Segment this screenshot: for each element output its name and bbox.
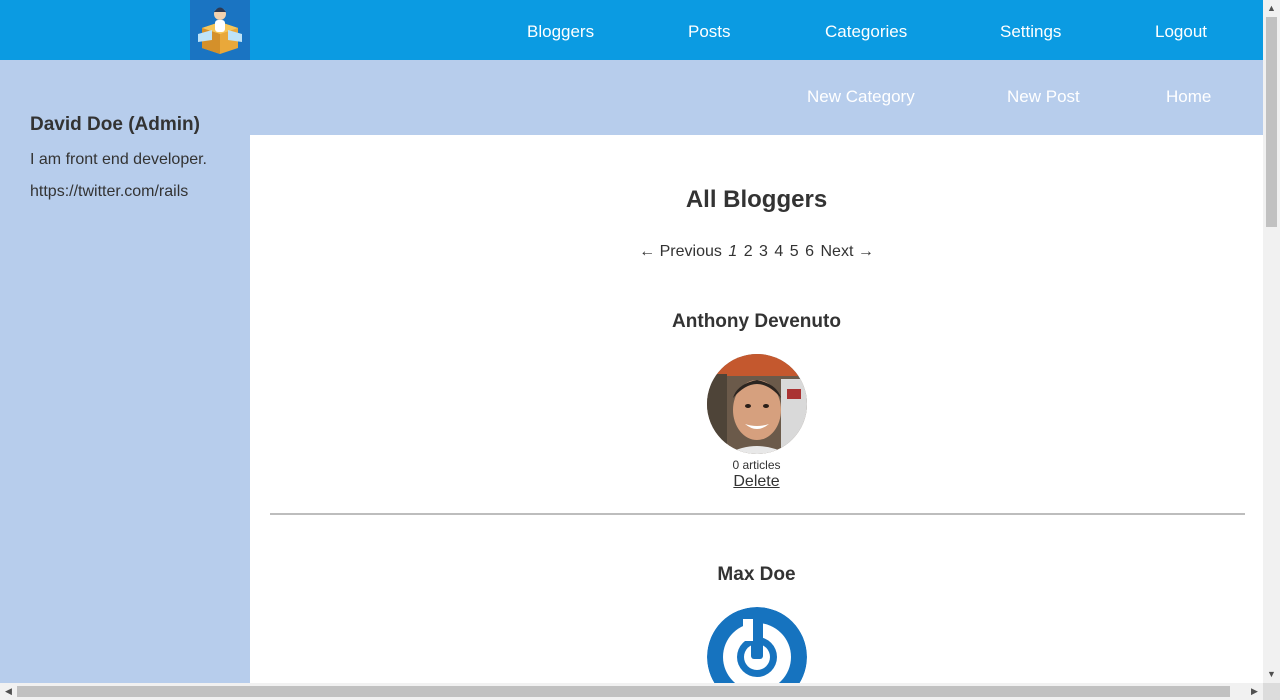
- pagination-page-5[interactable]: 5: [790, 243, 799, 260]
- blogger-logo-icon[interactable]: [190, 0, 250, 60]
- pagination-page-2[interactable]: 2: [744, 243, 753, 260]
- divider: [270, 513, 1245, 515]
- vertical-scrollbar-thumb[interactable]: [1266, 17, 1277, 227]
- blogger-name[interactable]: Max Doe: [250, 564, 1263, 586]
- pagination-current-page: 1: [728, 243, 738, 260]
- page-title: All Bloggers: [685, 186, 828, 213]
- profile-twitter-link[interactable]: https://twitter.com/rails: [30, 183, 240, 201]
- blogger-name[interactable]: Anthony Devenuto: [250, 311, 1263, 333]
- horizontal-scrollbar-thumb[interactable]: [17, 686, 1230, 697]
- pagination-next[interactable]: Next →: [820, 243, 873, 260]
- profile-name: David Doe (Admin): [30, 114, 200, 135]
- horizontal-scrollbar[interactable]: ◀ ▶: [0, 683, 1263, 700]
- home-link[interactable]: Home: [1166, 87, 1211, 107]
- nav-bloggers[interactable]: Bloggers: [527, 22, 594, 42]
- delete-blogger-link[interactable]: Delete: [733, 473, 779, 491]
- main-content: All Bloggers ← Previous 1 2 3 4 5 6 Next…: [250, 135, 1263, 683]
- nav-settings[interactable]: Settings: [1000, 22, 1061, 42]
- pagination-previous: ← Previous: [639, 243, 722, 260]
- power-logo-avatar-icon[interactable]: [706, 607, 807, 683]
- scrollbar-corner: [1263, 683, 1280, 700]
- pagination-page-6[interactable]: 6: [805, 243, 814, 260]
- profile-sidebar: David Doe (Admin) I am front end develop…: [30, 114, 240, 215]
- nav-posts[interactable]: Posts: [688, 22, 731, 42]
- pagination-page-3[interactable]: 3: [759, 243, 768, 260]
- pagination: ← Previous 1 2 3 4 5 6 Next →: [250, 243, 1263, 261]
- new-category-link[interactable]: New Category: [807, 87, 915, 107]
- scroll-left-icon[interactable]: ◀: [0, 683, 17, 700]
- scroll-up-icon[interactable]: ▲: [1263, 0, 1280, 17]
- blogger-card: Anthony Devenuto 0 articles Delete: [250, 311, 1263, 491]
- top-navbar: Bloggers Posts Categories Settings Logou…: [0, 0, 1263, 60]
- scroll-right-icon[interactable]: ▶: [1246, 683, 1263, 700]
- profile-bio: I am front end developer.: [30, 151, 207, 168]
- blogger-card: Max Doe: [250, 564, 1263, 683]
- blogger-article-count: 0 articles: [732, 458, 781, 472]
- pagination-page-4[interactable]: 4: [774, 243, 783, 260]
- nav-categories[interactable]: Categories: [825, 22, 907, 42]
- vertical-scrollbar[interactable]: ▲ ▼: [1263, 0, 1280, 683]
- nav-logout[interactable]: Logout: [1155, 22, 1207, 42]
- user-photo-avatar-icon[interactable]: [706, 354, 807, 454]
- scroll-down-icon[interactable]: ▼: [1263, 666, 1280, 683]
- new-post-link[interactable]: New Post: [1007, 87, 1080, 107]
